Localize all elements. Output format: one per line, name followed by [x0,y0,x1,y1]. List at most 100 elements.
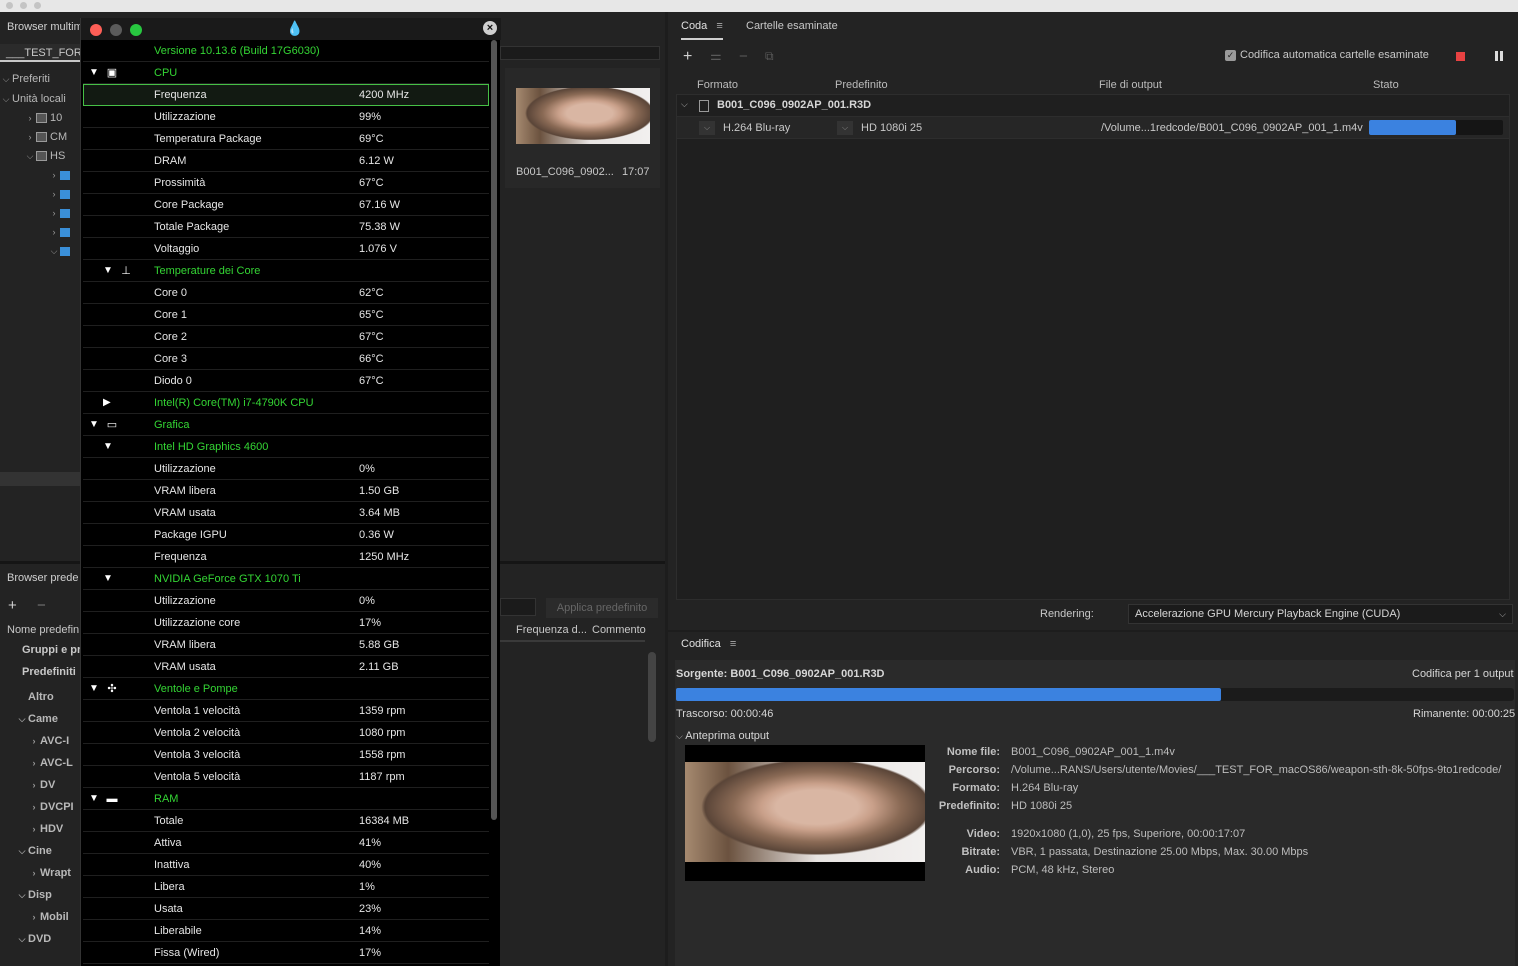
sensor-row[interactable]: Ventola 3 velocità 1558 rpm [83,744,489,766]
sensor-row[interactable]: Diodo 0 67°C [83,370,489,392]
collapse-icon[interactable]: ▼ [103,436,113,458]
sensor-row[interactable]: Core 2 67°C [83,326,489,348]
chevron-icon[interactable]: › [28,752,40,774]
sensor-group-row[interactable]: Versione 10.13.6 (Build 17G6030) [83,40,489,62]
folder-item[interactable]: › [0,185,82,204]
chevron-icon[interactable]: › [28,796,40,818]
apply-preset-button[interactable]: Applica predefinito [546,598,658,618]
folder-item[interactable]: › [0,223,82,242]
col-format[interactable]: Formato [697,79,738,91]
chevron-icon[interactable]: › [28,818,40,840]
preset-item[interactable]: ⌵ Cine [0,840,82,862]
sensor-group-row[interactable]: ▼ ▭ Grafica [83,414,489,436]
queue-output-row[interactable]: ⌵ H.264 Blu-ray ⌵ HD 1080i 25 /Volume...… [677,117,1509,139]
sensor-group-row[interactable]: ▼ ▣ CPU [83,62,489,84]
sensor-group-row[interactable]: ▼ ▬ RAM [83,788,489,810]
preset-item[interactable]: ⌵ DVD [0,928,82,950]
pause-button[interactable] [1495,51,1503,61]
preset-item[interactable]: ⌵ Disp [0,884,82,906]
sensor-group-row[interactable]: ▼ ✣ Ventole e Pompe [83,678,489,700]
collapse-icon[interactable]: ▼ [103,260,113,282]
zoom-window-button[interactable] [130,24,142,36]
queue-source-row[interactable]: ⌵ B001_C096_0902AP_001.R3D [677,95,1509,117]
output-preset[interactable]: HD 1080i 25 [861,122,922,134]
preset-item[interactable]: ⌵ Came [0,708,82,730]
sensor-row[interactable]: Prossimità 67°C [83,172,489,194]
horizontal-scrollbar[interactable] [0,472,82,486]
preset-search-field[interactable] [500,598,536,616]
sensor-row[interactable]: Utilizzazione 99% [83,106,489,128]
drive-item[interactable]: ⌵ HS [0,147,82,166]
sensor-row[interactable]: Utilizzazione 0% [83,458,489,480]
output-format[interactable]: H.264 Blu-ray [723,122,790,134]
sensor-row[interactable]: VRAM libera 5.88 GB [83,634,489,656]
comment-column[interactable]: Commento [592,624,646,636]
collapse-icon[interactable]: ▼ [89,414,99,436]
local-drives-node[interactable]: ⌵ Unità locali [0,90,82,109]
sensor-row[interactable]: Fissa (Wired) 17% [83,942,489,964]
rendering-select[interactable]: Accelerazione GPU Mercury Playback Engin… [1128,604,1513,624]
preset-item[interactable]: › AVC-L [0,752,82,774]
sensor-row[interactable]: Liberabile 14% [83,920,489,942]
sensor-row[interactable]: Ventola 1 velocità 1359 rpm [83,700,489,722]
chevron-icon[interactable]: ⌵ [16,708,28,730]
sensor-group-row[interactable]: ▼ ⊥ Temperature dei Core [83,260,489,282]
folder-item[interactable]: › [0,166,82,185]
sensor-row[interactable]: VRAM libera 1.50 GB [83,480,489,502]
drive-item[interactable]: › 10 [0,109,82,128]
media-search-field[interactable] [500,46,660,60]
preset-item[interactable]: › Mobil [0,906,82,928]
collapse-icon[interactable]: ▼ [89,62,99,84]
sensor-row[interactable]: Attiva 41% [83,832,489,854]
sensor-scrollbar[interactable] [491,40,497,820]
close-window-button[interactable] [90,24,102,36]
preset-item[interactable]: › DVCPI [0,796,82,818]
sensor-row[interactable]: Totale 16384 MB [83,810,489,832]
sensor-row[interactable]: VRAM usata 2.11 GB [83,656,489,678]
col-status[interactable]: Stato [1373,79,1399,91]
chevron-icon[interactable]: ⌵ [16,884,28,906]
preset-name-column[interactable]: Nome predefin [7,624,82,636]
chevron-icon[interactable]: ⌵ [16,840,28,862]
sensor-row[interactable]: Ventola 2 velocità 1080 rpm [83,722,489,744]
preset-scrollbar[interactable] [648,652,656,742]
sensor-row[interactable]: Inattiva 40% [83,854,489,876]
preset-item[interactable]: › AVC-I [0,730,82,752]
collapse-icon[interactable]: ▼ [89,788,99,810]
path-tab[interactable]: ___TEST_FOR_ [0,44,82,62]
preset-item[interactable]: Altro [0,686,82,708]
output-preview-toggle[interactable]: ⌵ Anteprima output [676,730,769,742]
menu-icon[interactable]: ≡ [716,20,722,32]
sensor-row[interactable]: Utilizzazione 0% [83,590,489,612]
sensor-row[interactable]: Core 3 66°C [83,348,489,370]
drive-item[interactable]: › CM [0,128,82,147]
folder-item[interactable]: ⌵ [0,242,82,261]
media-thumbnail-card[interactable]: B001_C096_0902... 17:07 [505,68,660,188]
remove-preset-button[interactable]: − [37,597,46,614]
stop-button[interactable] [1456,52,1465,61]
frequency-column[interactable]: Frequenza d... [516,624,587,636]
sensor-row[interactable]: Frequenza 4200 MHz [83,84,489,106]
sensor-row[interactable]: Utilizzazione core 17% [83,612,489,634]
folder-item[interactable]: › [0,204,82,223]
collapse-icon[interactable]: ▼ [89,678,99,700]
presets-header[interactable]: Predefiniti [22,666,82,678]
chevron-icon[interactable]: › [28,906,40,928]
col-preset[interactable]: Predefinito [835,79,888,91]
close-icon[interactable]: × [483,21,497,35]
sensor-row[interactable]: Core Package 67.16 W [83,194,489,216]
sensor-row[interactable]: Temperatura Package 69°C [83,128,489,150]
preset-item[interactable]: › Wrapt [0,862,82,884]
chevron-down-icon[interactable]: ⌵ [681,99,688,110]
chevron-icon[interactable]: › [28,730,40,752]
col-output[interactable]: File di output [1099,79,1162,91]
sensor-row[interactable]: DRAM 6.12 W [83,150,489,172]
collapse-icon[interactable]: ▼ [103,568,113,590]
format-dropdown-icon[interactable]: ⌵ [699,121,715,135]
sensor-row[interactable]: Frequenza 1250 MHz [83,546,489,568]
add-source-button[interactable]: + [683,48,692,66]
menu-icon[interactable]: ≡ [730,638,736,650]
preset-dropdown-icon[interactable]: ⌵ [837,121,853,135]
remove-source-button[interactable]: − [739,48,748,65]
sensor-group-row[interactable]: ▼ Intel HD Graphics 4600 [83,436,489,458]
